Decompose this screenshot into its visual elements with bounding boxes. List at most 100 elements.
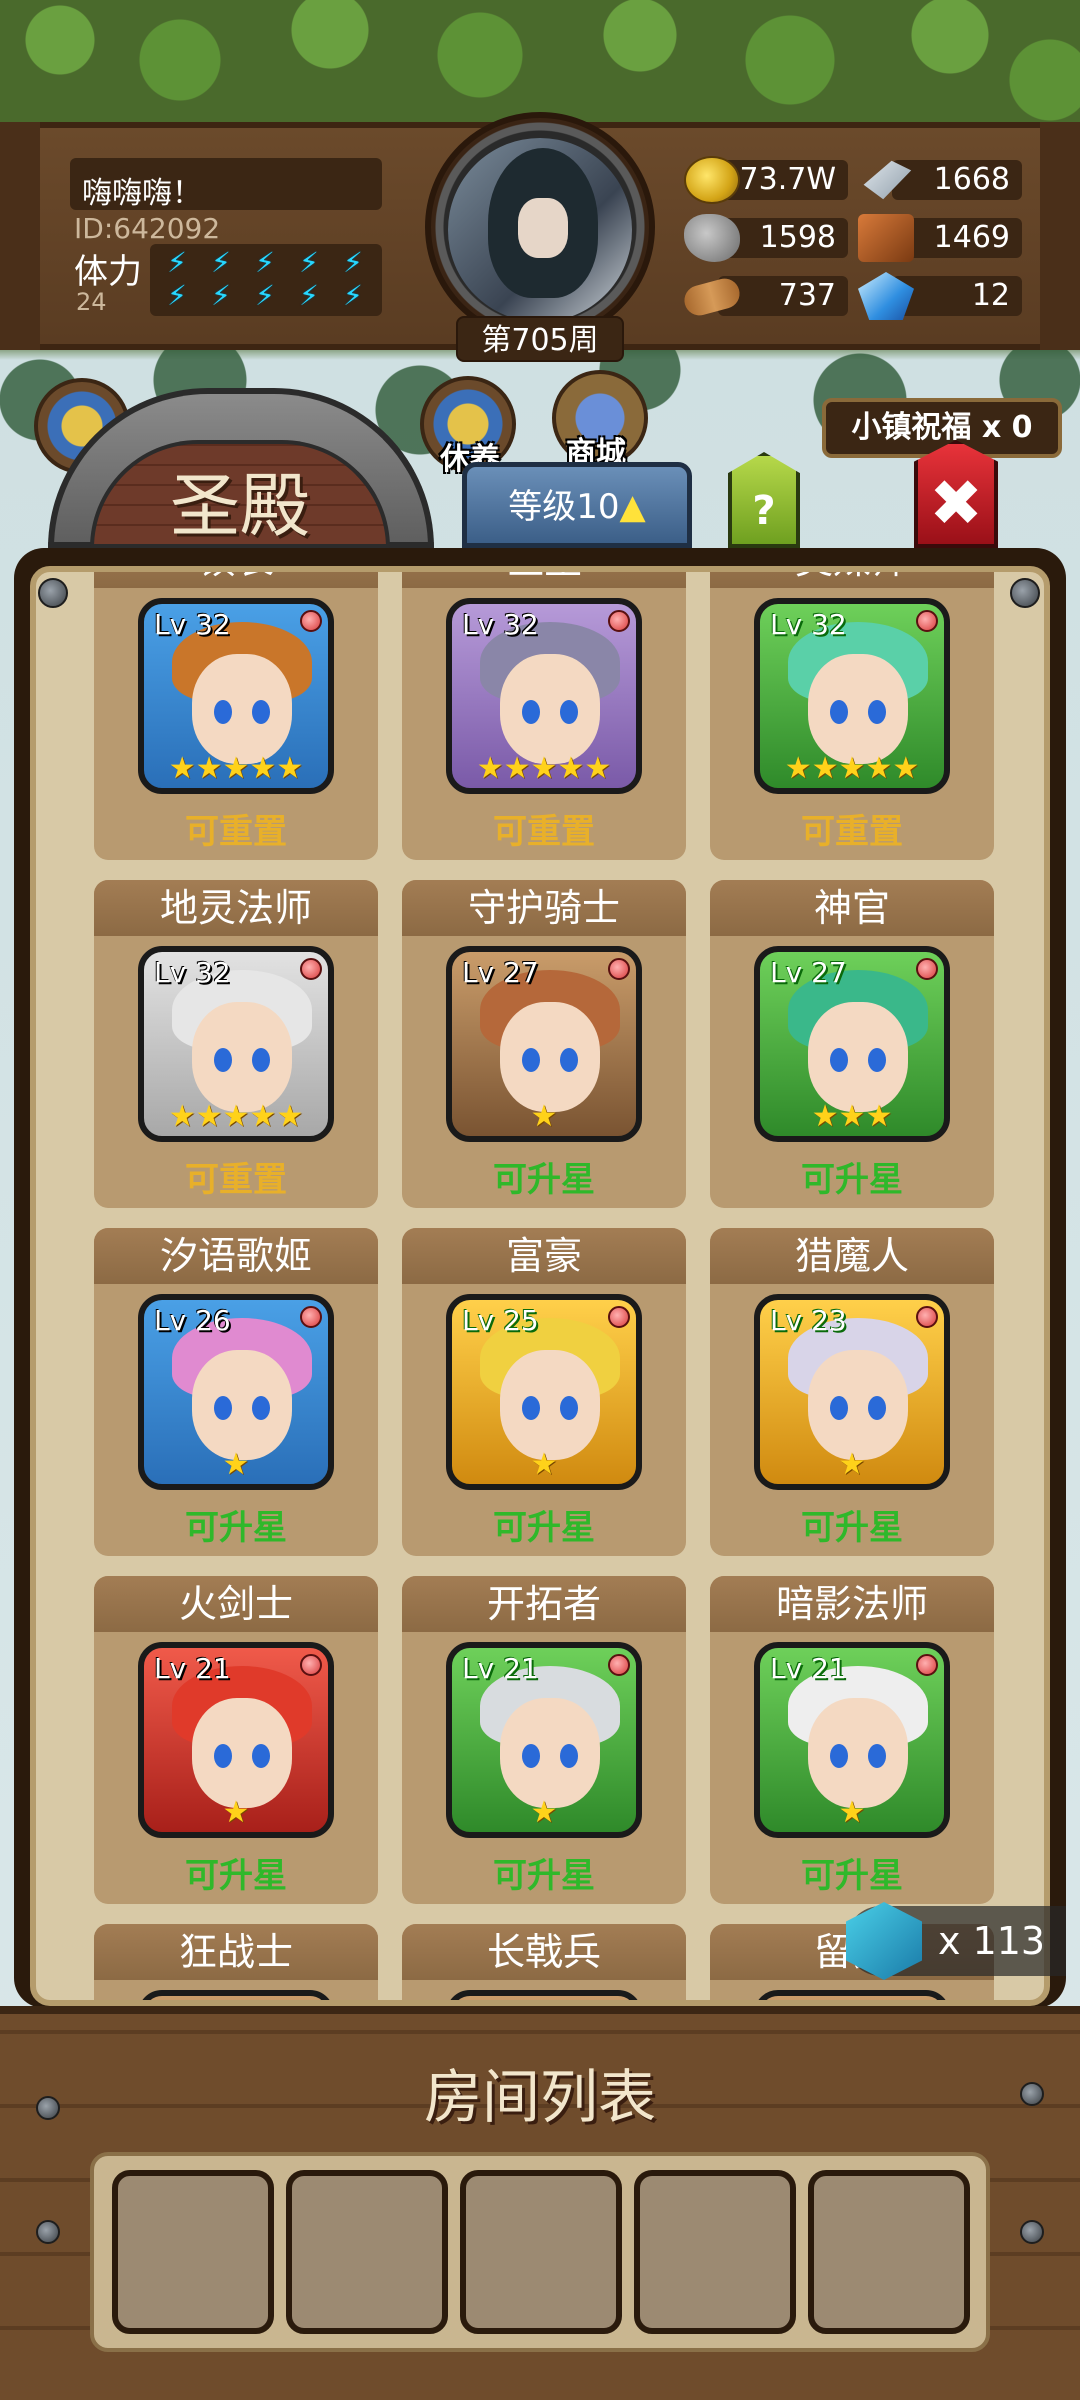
hero-card[interactable]: 火剑士 Lv 21 ★ 可升星 — [94, 1576, 378, 1904]
hero-portrait[interactable]: Lv 27 ★ — [446, 946, 642, 1142]
player-id: ID:642092 — [74, 212, 221, 245]
hero-card[interactable]: 猎魔人 Lv 23 ★ 可升星 — [710, 1228, 994, 1556]
crystal-resource[interactable]: 12 — [858, 272, 1028, 320]
hero-eye — [868, 1744, 886, 1768]
rivet-decoration — [1020, 2220, 1044, 2244]
hero-status: 可升星 — [185, 1856, 287, 1896]
hero-face — [808, 654, 908, 764]
stamina-bolt-icon: ⚡ — [343, 246, 363, 279]
room-slot[interactable] — [634, 2170, 796, 2334]
room-slot[interactable] — [808, 2170, 970, 2334]
star-rating: ★★★★★ — [784, 751, 920, 786]
hero-card[interactable]: 神官 Lv 27 ★★★ 可升星 — [710, 880, 994, 1208]
wood-resource[interactable]: 737 — [681, 272, 854, 319]
crystal-amount: 12 — [892, 276, 1022, 316]
hero-face — [192, 1002, 292, 1112]
page-title: 圣殿 — [170, 465, 310, 547]
hero-portrait[interactable]: Lv 32 ★★★★★ — [138, 598, 334, 794]
hud-left-plank — [0, 122, 40, 350]
iron-amount: 1668 — [892, 160, 1022, 200]
stamina-bolt-icon: ⚡ — [255, 279, 275, 312]
hero-eye — [830, 700, 848, 724]
stamina-bar[interactable]: ⚡ ⚡ ⚡ ⚡ ⚡ ⚡ ⚡ ⚡ ⚡ ⚡ — [150, 244, 382, 316]
gold-coin-icon — [684, 156, 740, 204]
hero-portrait[interactable]: Lv 21 ★ — [446, 1642, 642, 1838]
hero-status: 可升星 — [493, 1508, 595, 1548]
hero-face — [500, 1350, 600, 1460]
room-list-title: 房间列表 — [423, 2063, 656, 2131]
stamina-label: 体力 — [74, 252, 142, 292]
room-slot[interactable] — [460, 2170, 622, 2334]
hero-face — [808, 1350, 908, 1460]
hero-name: 开拓者 — [402, 1576, 686, 1632]
leather-resource[interactable]: 1469 — [858, 214, 1028, 262]
hero-card[interactable]: 灵媒师 Lv 32 ★★★★★ 可重置 — [710, 572, 994, 860]
hero-card[interactable]: 暗影法师 Lv 21 ★ 可升星 — [710, 1576, 994, 1904]
red-gem-icon — [916, 610, 938, 632]
stamina-bolt-icon: ⚡ — [167, 246, 187, 279]
hero-portrait[interactable] — [754, 1990, 950, 2000]
star-rating: ★ — [222, 1795, 250, 1830]
player-name[interactable]: 嗨嗨嗨！ — [70, 158, 382, 211]
star-rating: ★★★★★ — [168, 1099, 304, 1134]
hero-list-panel[interactable]: 镇长Lv 32★★★★★可重置医生Lv 32★★★★★可重置灵媒师Lv 32★★… — [30, 566, 1050, 2006]
avatar[interactable] — [448, 138, 632, 322]
hero-portrait[interactable]: Lv 27 ★★★ — [754, 946, 950, 1142]
hero-name: 火剑士 — [94, 1576, 378, 1632]
hero-eye — [830, 1744, 848, 1768]
hero-card[interactable]: 长戟兵 — [402, 1924, 686, 2000]
rivet-decoration — [1020, 2082, 1044, 2106]
hero-eye — [522, 1744, 540, 1768]
hero-eye — [868, 1048, 886, 1072]
hero-portrait[interactable]: Lv 32 ★★★★★ — [446, 598, 642, 794]
hero-portrait[interactable] — [138, 1990, 334, 2000]
hero-portrait[interactable]: Lv 21 ★ — [754, 1642, 950, 1838]
hero-eye — [252, 1048, 270, 1072]
hero-card[interactable]: 狂战士 — [94, 1924, 378, 2000]
hero-card[interactable]: 镇长 Lv 32 ★★★★★ 可重置 — [94, 572, 378, 860]
hero-eye — [522, 700, 540, 724]
red-gem-icon — [608, 1306, 630, 1328]
rivet-decoration — [36, 2096, 60, 2120]
hero-eye — [252, 1744, 270, 1768]
hero-eye — [214, 1744, 232, 1768]
hero-card[interactable]: 富豪 Lv 25 ★ 可升星 — [402, 1228, 686, 1556]
gold-resource[interactable]: 173.7W — [684, 156, 854, 204]
hero-card[interactable]: 守护骑士 Lv 27 ★ 可升星 — [402, 880, 686, 1208]
close-button[interactable]: ✖ — [914, 440, 998, 548]
hero-grid: 镇长Lv 32★★★★★可重置医生Lv 32★★★★★可重置灵媒师Lv 32★★… — [94, 572, 994, 2000]
room-slot[interactable] — [112, 2170, 274, 2334]
star-rating: ★★★★★ — [476, 751, 612, 786]
red-gem-icon — [608, 958, 630, 980]
hero-card[interactable]: 地灵法师 Lv 32 ★★★★★ 可重置 — [94, 880, 378, 1208]
hero-portrait[interactable]: Lv 32 ★★★★★ — [138, 946, 334, 1142]
hero-card[interactable]: 汐语歌姬 Lv 26 ★ 可升星 — [94, 1228, 378, 1556]
rivet-decoration — [36, 2220, 60, 2244]
red-gem-icon — [916, 1306, 938, 1328]
hero-card[interactable]: 医生 Lv 32 ★★★★★ 可重置 — [402, 572, 686, 860]
hero-level: Lv 32 — [462, 608, 539, 641]
hero-name: 守护骑士 — [402, 880, 686, 936]
hero-portrait[interactable]: Lv 25 ★ — [446, 1294, 642, 1490]
hero-face — [808, 1698, 908, 1808]
hero-level: Lv 32 — [154, 956, 231, 989]
star-rating: ★ — [530, 1447, 558, 1482]
stone-resource[interactable]: 1598 — [684, 214, 854, 262]
level-up-arrow-icon: ▲ — [619, 487, 646, 527]
hero-face — [192, 654, 292, 764]
hero-portrait[interactable]: Lv 32 ★★★★★ — [754, 598, 950, 794]
star-rating: ★★★★★ — [168, 751, 304, 786]
hero-portrait[interactable]: Lv 21 ★ — [138, 1642, 334, 1838]
hero-name: 富豪 — [402, 1228, 686, 1284]
hero-portrait[interactable]: Lv 23 ★ — [754, 1294, 950, 1490]
star-rating: ★ — [530, 1099, 558, 1134]
star-rating: ★★★ — [811, 1099, 893, 1134]
hero-portrait[interactable]: Lv 26 ★ — [138, 1294, 334, 1490]
iron-resource[interactable]: 1668 — [858, 156, 1028, 202]
hero-eye — [560, 700, 578, 724]
hero-level: Lv 26 — [154, 1304, 231, 1337]
hero-card[interactable]: 开拓者 Lv 21 ★ 可升星 — [402, 1576, 686, 1904]
room-slot[interactable] — [286, 2170, 448, 2334]
temple-level-tab[interactable]: 等级10▲ — [462, 462, 692, 548]
hero-portrait[interactable] — [446, 1990, 642, 2000]
